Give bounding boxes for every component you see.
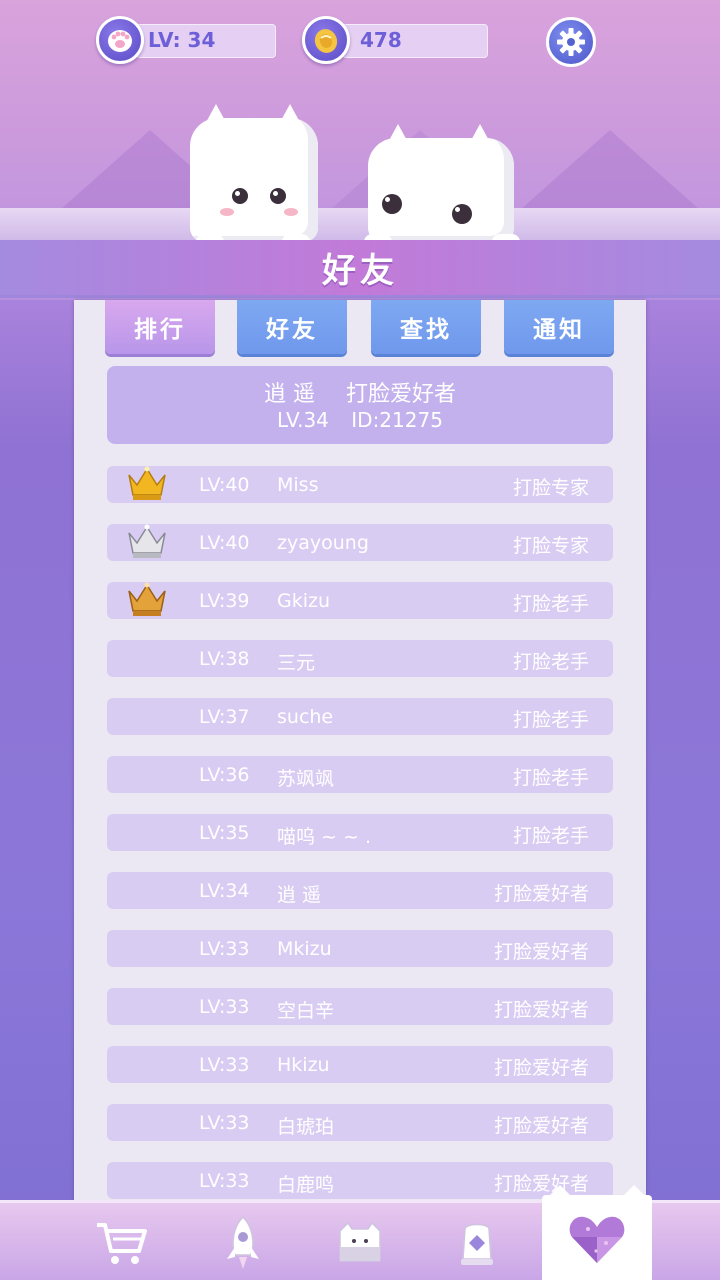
row-title: 打脸老手	[512, 709, 589, 731]
row-title: 打脸爱好者	[493, 883, 589, 905]
row-name: 喵呜 ~ ~ .	[277, 826, 371, 848]
my-level: LV.34	[277, 408, 329, 432]
nav-shop[interactable]	[66, 1203, 176, 1280]
level-text: LV: 34	[148, 28, 216, 52]
row-name: Gkizu	[277, 590, 331, 612]
ranking-row[interactable]: LV:35 喵呜 ~ ~ . 打脸老手	[107, 814, 613, 851]
row-title: 打脸爱好者	[493, 941, 589, 963]
row-level: LV:38	[199, 648, 250, 670]
row-name: 空白辛	[277, 1000, 335, 1022]
row-level: LV:35	[199, 822, 250, 844]
tab-label: 排行	[134, 317, 186, 343]
my-id: ID:21275	[351, 408, 443, 432]
row-level: LV:37	[199, 706, 250, 728]
bottom-navigation	[0, 1185, 720, 1280]
ranking-row[interactable]: LV:33 Mkizu 打脸爱好者	[107, 930, 613, 967]
row-title: 打脸爱好者	[493, 1057, 589, 1079]
row-level: LV:33	[199, 1112, 250, 1134]
ranking-row[interactable]: LV:40 Miss 打脸专家	[107, 466, 613, 503]
mountain-decoration	[520, 130, 700, 210]
ranking-row[interactable]: LV:33 Hkizu 打脸爱好者	[107, 1046, 613, 1083]
row-level: LV:34	[199, 880, 250, 902]
silver-crown-icon	[128, 524, 166, 558]
tab-friends[interactable]: 好友	[237, 300, 347, 354]
cat-mascot-right	[364, 124, 520, 250]
ranking-row[interactable]: LV:34 逍 遥 打脸爱好者	[107, 872, 613, 909]
ranking-row[interactable]: LV:36 苏飒飒 打脸老手	[107, 756, 613, 793]
row-name: 三元	[277, 652, 316, 674]
row-name: 白鹿鸣	[277, 1174, 335, 1196]
row-title: 打脸专家	[512, 535, 589, 557]
bronze-crown-icon	[128, 582, 166, 616]
row-level: LV:40	[199, 474, 250, 496]
gold-crown-icon	[128, 466, 166, 500]
tab-label: 通知	[533, 317, 585, 343]
ranking-row[interactable]: LV:39 Gkizu 打脸老手	[107, 582, 613, 619]
my-name: 逍 遥	[263, 382, 315, 407]
row-level: LV:39	[199, 590, 250, 612]
ranking-row[interactable]: LV:33 白琥珀 打脸爱好者	[107, 1104, 613, 1141]
row-title: 打脸老手	[512, 593, 589, 615]
heart-friends-icon	[569, 1216, 625, 1263]
gem-pedestal-icon	[461, 1223, 493, 1265]
my-profile-card: 逍 遥 打脸爱好者 LV.34 ID:21275	[107, 366, 613, 444]
row-title: 打脸爱好者	[493, 1115, 589, 1137]
ranking-row[interactable]: LV:38 三元 打脸老手	[107, 640, 613, 677]
coins-text: 478	[360, 28, 402, 52]
nav-rocket[interactable]	[188, 1203, 298, 1280]
row-level: LV:33	[199, 1170, 250, 1192]
row-name: zyayoung	[277, 532, 369, 554]
friends-panel: 排行 好友 查找 通知 逍 遥 打脸爱好者 LV.34 ID:21275 LV:…	[74, 300, 646, 1205]
row-name: 逍 遥	[277, 884, 322, 906]
row-name: 苏飒飒	[277, 768, 335, 790]
shop-cart-icon	[97, 1223, 147, 1264]
nav-friends[interactable]	[542, 1185, 652, 1280]
gear-icon	[557, 28, 585, 56]
row-title: 打脸专家	[512, 477, 589, 499]
nav-cat-home[interactable]	[305, 1203, 415, 1280]
row-name: suche	[277, 706, 334, 728]
row-name: Hkizu	[277, 1054, 330, 1076]
coins-indicator: 478	[302, 16, 490, 64]
cat-mascot-left	[190, 104, 318, 250]
row-level: LV:36	[199, 764, 250, 786]
row-name: Miss	[277, 474, 319, 496]
ledge	[0, 208, 720, 242]
row-level: LV:40	[199, 532, 250, 554]
row-title: 打脸爱好者	[493, 999, 589, 1021]
row-name: 白琥珀	[277, 1116, 335, 1138]
coin-icon	[302, 16, 350, 64]
rocket-icon	[227, 1215, 259, 1269]
row-title: 打脸爱好者	[493, 1173, 589, 1195]
ranking-row[interactable]: LV:33 白鹿鸣 打脸爱好者	[107, 1162, 613, 1199]
tab-ranking[interactable]: 排行	[105, 300, 215, 354]
row-name: Mkizu	[277, 938, 332, 960]
row-level: LV:33	[199, 938, 250, 960]
ranking-row[interactable]: LV:33 空白辛 打脸爱好者	[107, 988, 613, 1025]
page-title-banner: 好友	[0, 240, 720, 298]
row-title: 打脸老手	[512, 651, 589, 673]
tab-notifications[interactable]: 通知	[504, 300, 614, 354]
row-level: LV:33	[199, 1054, 250, 1076]
level-indicator: LV: 34	[96, 16, 278, 64]
paw-icon	[96, 16, 144, 64]
tab-search[interactable]: 查找	[371, 300, 481, 354]
settings-button[interactable]	[546, 17, 596, 67]
tab-label: 好友	[266, 317, 318, 343]
ranking-row[interactable]: LV:40 zyayoung 打脸专家	[107, 524, 613, 561]
row-title: 打脸老手	[512, 825, 589, 847]
nav-gem[interactable]	[422, 1203, 532, 1280]
ranking-row[interactable]: LV:37 suche 打脸老手	[107, 698, 613, 735]
row-title: 打脸老手	[512, 767, 589, 789]
cat-home-icon	[339, 1221, 381, 1262]
row-level: LV:33	[199, 996, 250, 1018]
page-title: 好友	[322, 251, 398, 291]
my-title: 打脸爱好者	[345, 382, 456, 407]
tab-label: 查找	[400, 317, 452, 343]
